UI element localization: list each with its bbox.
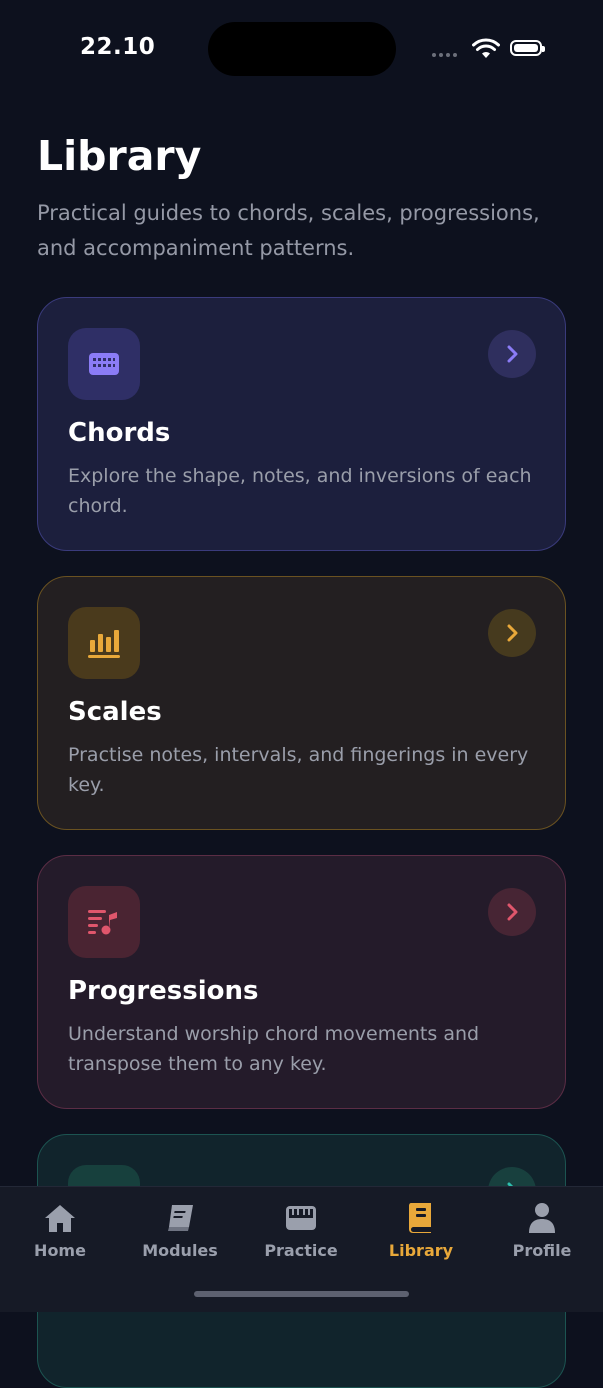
card-title: Progressions	[68, 976, 259, 1006]
open-progressions-button[interactable]	[488, 888, 536, 936]
chevron-right-icon	[507, 903, 518, 921]
chevron-right-icon	[507, 345, 518, 363]
tab-label: Practice	[264, 1241, 338, 1260]
tab-label: Modules	[142, 1241, 218, 1260]
tab-label: Profile	[512, 1241, 572, 1260]
tab-label: Library	[388, 1241, 454, 1260]
house-icon	[45, 1205, 75, 1232]
keyboard-icon	[89, 353, 119, 375]
open-chords-button[interactable]	[488, 330, 536, 378]
piano-icon	[286, 1206, 316, 1230]
tab-home[interactable]: Home	[5, 1201, 115, 1263]
music-list-icon	[88, 910, 117, 935]
card-title: Scales	[68, 697, 162, 727]
battery-icon	[510, 40, 545, 56]
home-indicator	[194, 1291, 409, 1297]
wifi-icon	[472, 38, 500, 58]
library-card-progressions[interactable]: Progressions Understand worship chord mo…	[37, 855, 566, 1109]
library-book-icon	[409, 1203, 431, 1233]
status-time: 22.10	[80, 34, 156, 60]
card-description: Practise notes, intervals, and fingering…	[68, 744, 529, 796]
dynamic-island	[208, 22, 396, 76]
card-title: Chords	[68, 418, 171, 448]
book-icon	[168, 1205, 193, 1231]
card-icon-container	[68, 886, 140, 958]
tab-practice[interactable]: Practice	[246, 1201, 356, 1263]
cellular-signal-icon	[432, 53, 457, 57]
page-title: Library	[37, 132, 202, 180]
card-description: Explore the shape, notes, and inversions…	[68, 465, 532, 517]
bar-chart-icon	[88, 630, 120, 658]
card-description: Understand worship chord movements and t…	[68, 1023, 480, 1075]
tab-profile[interactable]: Profile	[487, 1201, 597, 1263]
page-subtitle: Practical guides to chords, scales, prog…	[37, 201, 540, 260]
tab-library[interactable]: Library	[366, 1201, 476, 1263]
chevron-right-icon	[507, 624, 518, 642]
tab-label: Home	[34, 1241, 86, 1260]
tab-modules[interactable]: Modules	[125, 1201, 235, 1263]
card-icon-container	[68, 328, 140, 400]
card-icon-container	[68, 607, 140, 679]
library-card-chords[interactable]: Chords Explore the shape, notes, and inv…	[37, 297, 566, 551]
library-card-scales[interactable]: Scales Practise notes, intervals, and fi…	[37, 576, 566, 830]
open-scales-button[interactable]	[488, 609, 536, 657]
person-icon	[529, 1203, 555, 1233]
